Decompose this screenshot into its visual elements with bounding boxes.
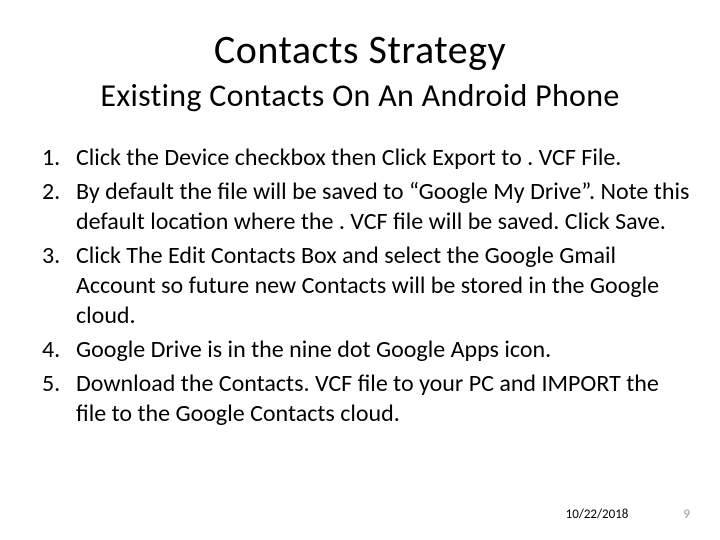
slide-title: Contacts Strategy (30, 25, 690, 74)
slide-footer: 10/22/2018 9 (566, 507, 690, 522)
steps-list: 1. Click the Device checkbox then Click E… (30, 143, 690, 429)
list-text: By default the file will be saved to “Go… (76, 177, 689, 236)
list-item: 4. Google Drive is in the nine dot Google… (42, 335, 690, 365)
footer-date: 10/22/2018 (566, 507, 629, 522)
list-item: 2. By default the file will be saved to “… (42, 177, 690, 237)
list-number: 4. (42, 335, 60, 365)
list-text: Click The Edit Contacts Box and select t… (76, 241, 659, 330)
list-number: 2. (42, 177, 60, 207)
list-text: Google Drive is in the nine dot Google A… (76, 335, 551, 364)
list-text: Download the Contacts. VCF file to your … (76, 369, 659, 428)
list-item: 1. Click the Device checkbox then Click E… (42, 143, 690, 173)
list-item: 5. Download the Contacts. VCF file to you… (42, 369, 690, 429)
footer-page-number: 9 (683, 507, 690, 522)
slide-subtitle: Existing Contacts On An Android Phone (30, 76, 690, 115)
list-number: 1. (42, 143, 60, 173)
list-item: 3. Click The Edit Contacts Box and select… (42, 241, 690, 331)
list-number: 3. (42, 241, 60, 271)
list-text: Click the Device checkbox then Click Exp… (76, 143, 621, 172)
list-number: 5. (42, 369, 60, 399)
